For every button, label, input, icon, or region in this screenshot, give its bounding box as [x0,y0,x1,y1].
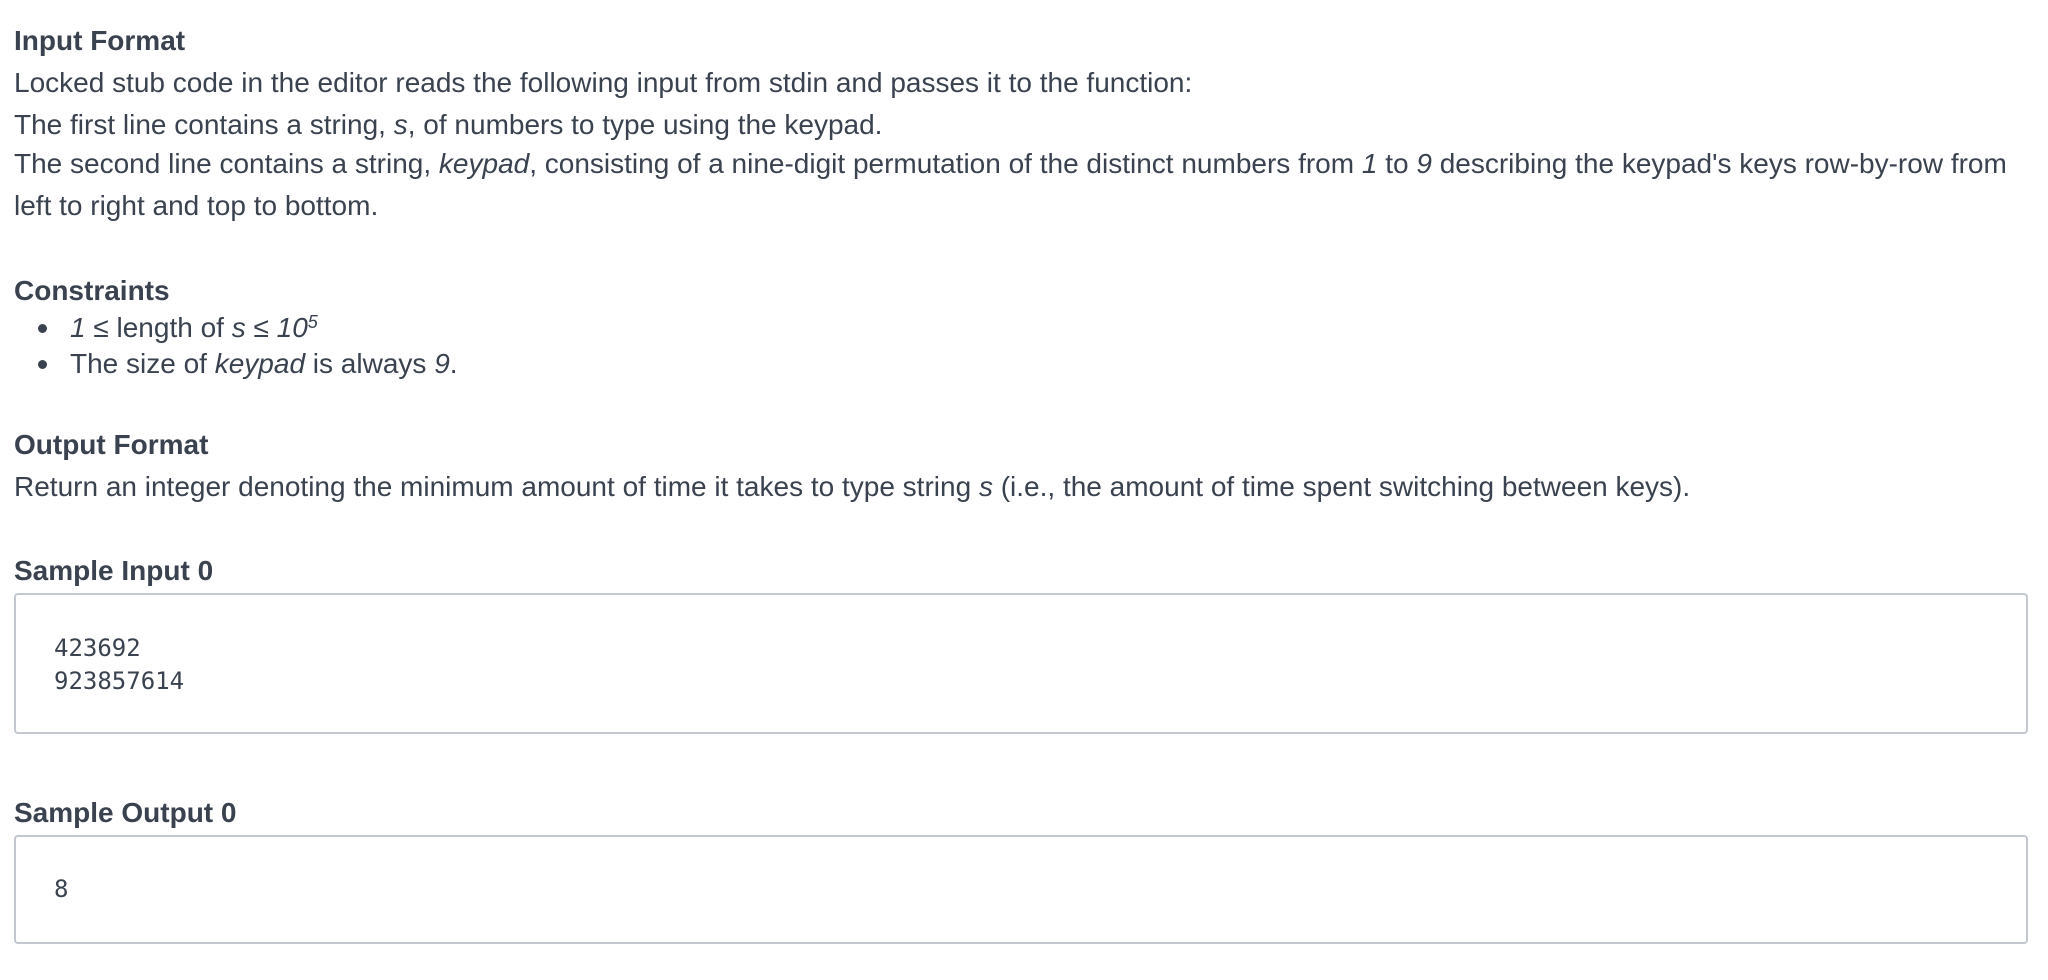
var-keypad: keypad [438,148,530,179]
output-format-text: Return an integer denoting the minimum a… [14,471,1691,502]
constraints-heading: Constraints [14,275,170,306]
sample-output-code: 8 [54,875,69,903]
constraints-list: 1 ≤ length of s ≤ 105 The size of keypad… [14,310,458,382]
constraint-item: The size of keypad is always 9. [14,346,458,382]
sample-output-box[interactable]: 8 [14,835,2028,944]
output-format-heading: Output Format [14,429,209,460]
constraint-item: 1 ≤ length of s ≤ 105 [14,310,458,346]
input-format-line-1: Locked stub code in the editor reads the… [14,67,1193,98]
var-s: s [393,109,408,140]
sample-input-box[interactable]: 423692 923857614 [14,593,2028,734]
bullet-icon [38,324,47,333]
input-format-line-3: The second line contains a string, keypa… [14,148,2007,221]
bullet-icon [38,360,47,369]
sample-input-heading: Sample Input 0 [14,555,214,586]
problem-statement: Input Format Locked stub code in the edi… [0,0,2048,980]
input-format-heading: Input Format [14,25,186,56]
sample-output-heading: Sample Output 0 [14,797,237,828]
sample-input-code: 423692 923857614 [54,634,185,695]
input-format-line-2: The first line contains a string, s, of … [14,109,883,140]
